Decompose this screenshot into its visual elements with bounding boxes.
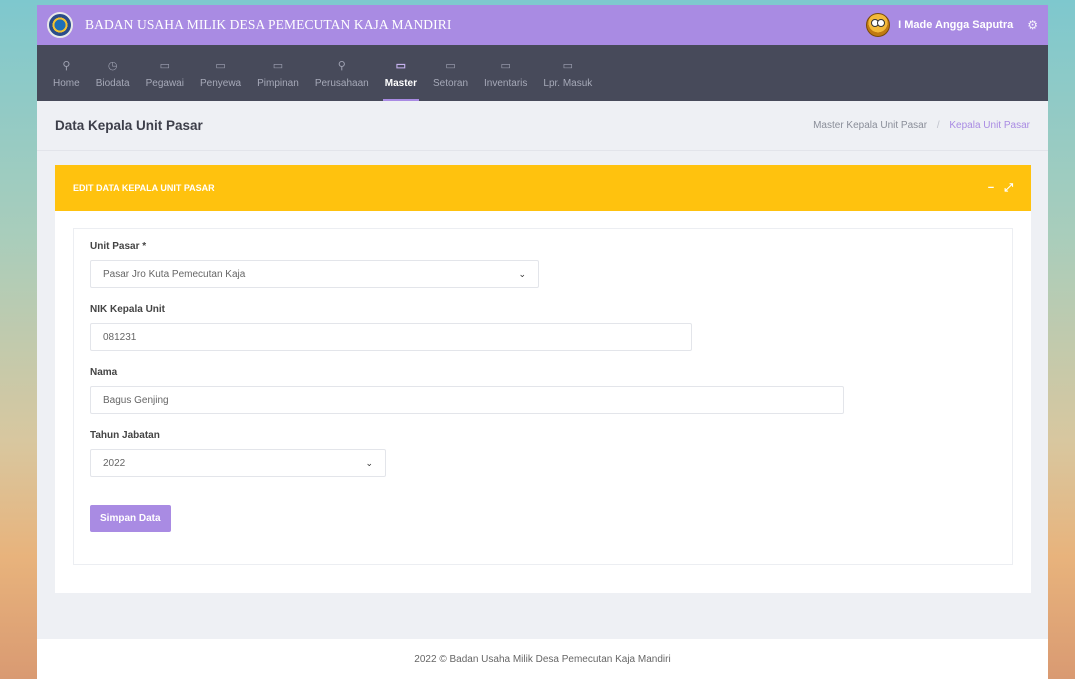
form-group-unit-pasar: Unit Pasar * Pasar Jro Kuta Pemecutan Ka… [90, 241, 996, 288]
nav-label: Pegawai [145, 78, 184, 89]
main-nav: ⚲ Home ◷ Biodata ▭ Pegawai ▭ Penyewa ▭ P… [37, 45, 1048, 101]
book-icon: ▭ [272, 60, 284, 72]
nav-label: Setoran [433, 78, 469, 89]
nama-value: Bagus Genjing [103, 394, 169, 406]
nik-value: 081231 [103, 331, 137, 343]
breadcrumb-current: Kepala Unit Pasar [949, 120, 1030, 131]
nama-input[interactable]: Bagus Genjing [90, 386, 844, 414]
top-bar: BADAN USAHA MILIK DESA PEMECUTAN KAJA MA… [37, 5, 1048, 45]
nav-item-perusahaan[interactable]: ⚲ Perusahaan [307, 45, 377, 101]
nav-item-setoran[interactable]: ▭ Setoran [425, 45, 476, 101]
gear-icon[interactable]: ⚙ [1027, 18, 1038, 32]
nav-item-inventaris[interactable]: ▭ Inventaris [476, 45, 535, 101]
book-icon: ▭ [445, 60, 456, 72]
card-header: EDIT DATA KEPALA UNIT PASAR − ⤢ [55, 165, 1031, 211]
tahun-value: 2022 [103, 457, 126, 469]
app-title: BADAN USAHA MILIK DESA PEMECUTAN KAJA MA… [85, 17, 452, 32]
user-menu[interactable]: I Made Angga Saputra ⚙ [866, 13, 1038, 37]
form-group-nama: Nama Bagus Genjing [90, 367, 996, 414]
nav-label: Inventaris [484, 78, 528, 89]
avatar[interactable] [866, 13, 891, 37]
tahun-label: Tahun Jabatan [90, 430, 160, 441]
nik-label: NIK Kepala Unit [90, 304, 166, 315]
unit-pasar-label: Unit Pasar * [90, 241, 147, 252]
book-icon: ▭ [562, 60, 574, 72]
nik-input[interactable]: 081231 [90, 323, 692, 351]
app-window: BADAN USAHA MILIK DESA PEMECUTAN KAJA MA… [37, 5, 1048, 679]
unit-pasar-select[interactable]: Pasar Jro Kuta Pemecutan Kaja ⌄ [90, 260, 539, 288]
save-button[interactable]: Simpan Data [90, 505, 171, 532]
edit-form: Unit Pasar * Pasar Jro Kuta Pemecutan Ka… [73, 228, 1013, 565]
nav-label: Biodata [95, 78, 130, 89]
unit-pasar-value: Pasar Jro Kuta Pemecutan Kaja [103, 268, 246, 280]
nav-label: Master [384, 78, 417, 89]
breadcrumb-separator: / [936, 120, 940, 131]
nama-label: Nama [90, 367, 118, 378]
nav-item-master[interactable]: ▭ Master [377, 45, 425, 101]
form-group-tahun: Tahun Jabatan 2022 ⌄ [90, 430, 996, 477]
page-header: Data Kepala Unit Pasar Master Kepala Uni… [37, 101, 1048, 151]
user-name[interactable]: I Made Angga Saputra [898, 19, 1013, 31]
book-icon: ▭ [395, 60, 407, 72]
nav-item-home[interactable]: ⚲ Home [45, 45, 88, 101]
tahun-select[interactable]: 2022 ⌄ [90, 449, 386, 477]
minimize-icon[interactable]: − [988, 182, 994, 195]
nav-label: Penyewa [199, 78, 242, 89]
edit-card: EDIT DATA KEPALA UNIT PASAR − ⤢ Unit Pas… [55, 165, 1031, 593]
chevron-down-icon: ⌄ [365, 457, 373, 468]
breadcrumb: Master Kepala Unit Pasar / Kepala Unit P… [813, 120, 1030, 131]
breadcrumb-item[interactable]: Master Kepala Unit Pasar [813, 120, 927, 131]
nav-item-pegawai[interactable]: ▭ Pegawai [138, 45, 192, 101]
nav-label: Perusahaan [314, 78, 369, 89]
clock-icon: ◷ [107, 60, 118, 72]
book-icon: ▭ [500, 60, 511, 72]
wrench-icon: ⚲ [337, 60, 346, 72]
expand-icon[interactable]: ⤢ [1004, 182, 1013, 195]
form-group-nik: NIK Kepala Unit 081231 [90, 304, 996, 351]
book-icon: ▭ [159, 60, 170, 72]
footer-text: 2022 © Badan Usaha Milik Desa Pemecutan … [414, 653, 671, 665]
logo-icon [47, 12, 73, 38]
book-icon: ▭ [215, 60, 226, 72]
nav-item-lpr-masuk[interactable]: ▭ Lpr. Masuk [535, 45, 600, 101]
nav-item-biodata[interactable]: ◷ Biodata [88, 45, 138, 101]
chevron-down-icon: ⌄ [518, 268, 526, 279]
card-tools: − ⤢ [988, 182, 1013, 195]
wrench-icon: ⚲ [62, 60, 71, 72]
footer: 2022 © Badan Usaha Milik Desa Pemecutan … [37, 639, 1048, 679]
nav-item-pimpinan[interactable]: ▭ Pimpinan [249, 45, 307, 101]
nav-item-penyewa[interactable]: ▭ Penyewa [192, 45, 249, 101]
nav-label: Lpr. Masuk [543, 78, 593, 89]
nav-label: Pimpinan [257, 78, 299, 89]
card-title: EDIT DATA KEPALA UNIT PASAR [73, 183, 215, 193]
page-title: Data Kepala Unit Pasar [55, 118, 203, 133]
nav-label: Home [53, 78, 80, 89]
